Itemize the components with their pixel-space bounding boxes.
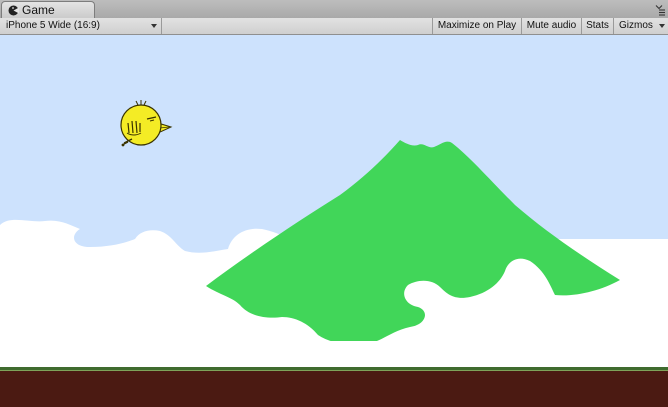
tab-strip: Game bbox=[0, 0, 668, 19]
pacman-icon bbox=[8, 5, 19, 16]
game-toolbar: iPhone 5 Wide (16:9) Maximize on Play Mu… bbox=[0, 18, 668, 35]
tab-label: Game bbox=[22, 3, 55, 17]
window-menu-icon[interactable] bbox=[654, 4, 666, 16]
mute-audio-toggle[interactable]: Mute audio bbox=[521, 18, 581, 34]
chevron-down-icon bbox=[151, 24, 157, 28]
gizmos-label: Gizmos bbox=[619, 20, 653, 31]
grass-line bbox=[0, 367, 668, 370]
ground bbox=[0, 371, 668, 407]
game-scene bbox=[0, 35, 668, 407]
aspect-ratio-dropdown[interactable]: iPhone 5 Wide (16:9) bbox=[0, 18, 162, 34]
aspect-ratio-label: iPhone 5 Wide (16:9) bbox=[6, 20, 100, 31]
unity-game-window: Game iPhone 5 Wide (16:9) Maximize on Pl… bbox=[0, 0, 668, 407]
game-viewport[interactable] bbox=[0, 35, 668, 407]
tab-game[interactable]: Game bbox=[1, 1, 95, 18]
chevron-down-icon bbox=[659, 24, 665, 28]
maximize-on-play-toggle[interactable]: Maximize on Play bbox=[432, 18, 521, 34]
stats-toggle[interactable]: Stats bbox=[581, 18, 613, 34]
gizmos-dropdown[interactable]: Gizmos bbox=[613, 18, 668, 34]
grass-highlight bbox=[0, 370, 668, 371]
